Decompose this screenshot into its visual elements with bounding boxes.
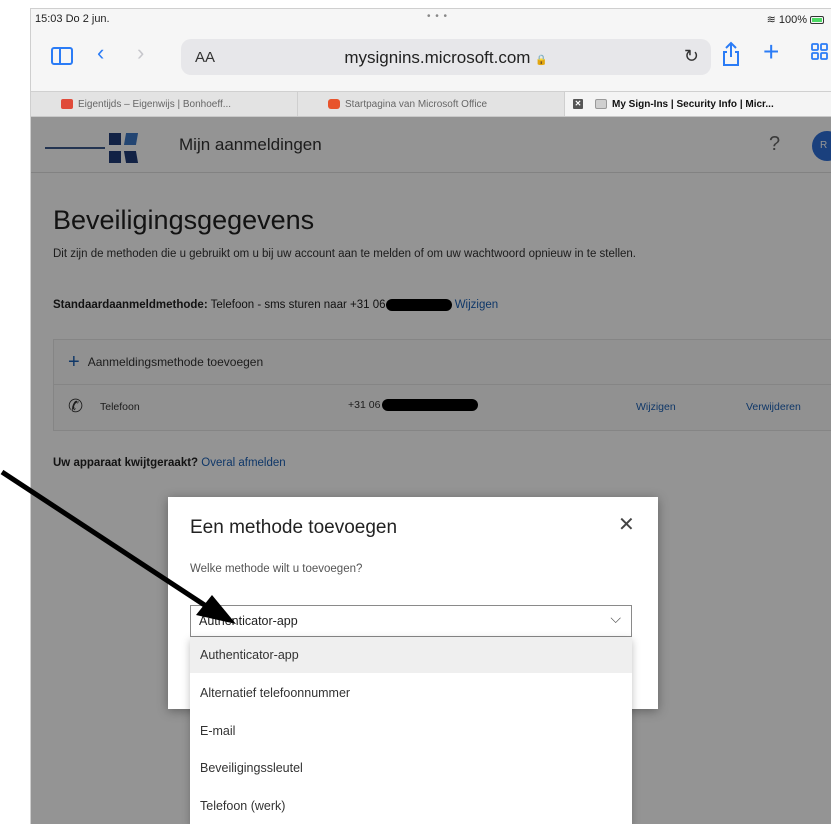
tab-overview-icon[interactable] [811,43,829,64]
close-icon[interactable]: ✕ [618,515,635,535]
sidebar-toggle-icon[interactable] [51,47,73,65]
tab-office[interactable]: Startpagina van Microsoft Office [298,92,565,116]
tab-label: My Sign-Ins | Security Info | Micr... [612,98,774,110]
share-icon[interactable] [721,41,741,71]
battery-percent: 100% [778,13,807,26]
dialog-title: Een methode toevoegen [190,517,398,538]
screenshot: 15:03 Do 2 jun. • • • ≋ 100% ‹ › AA mysi… [0,0,831,824]
method-select-value: Authenticator-app [199,614,298,628]
address-bar[interactable]: AA mysignins.microsoft.com 🔒 ↻ [181,39,711,75]
tab-label: Startpagina van Microsoft Office [345,98,488,110]
method-select[interactable]: Authenticator-app ⌵ [190,605,632,637]
multitasking-dots[interactable]: • • • [427,11,448,22]
tab-bar: Eigentijds – Eigenwijs | Bonhoeff... Sta… [31,91,831,117]
tab-close-icon[interactable]: ✕ [573,99,583,109]
tab-eigentijds[interactable]: Eigentijds – Eigenwijs | Bonhoeff... [31,92,298,116]
battery-icon [810,15,824,24]
url-domain: mysignins.microsoft.com [344,48,531,67]
dropdown-option[interactable]: Alternatief telefoonnummer [190,675,632,711]
dropdown-option[interactable]: E-mail [190,713,632,749]
battery-indicator: ≋ 100% [767,13,824,26]
bonhoeffer-favicon-icon [61,99,73,109]
dialog-question: Welke methode wilt u toevoegen? [190,563,363,575]
reload-icon[interactable]: ↻ [684,46,699,67]
forward-chevron-icon[interactable]: › [137,42,144,64]
lock-icon: 🔒 [535,55,548,66]
dropdown-option[interactable]: Beveiligingssleutel [190,750,632,786]
dropdown-option[interactable]: Authenticator-app [190,637,632,673]
chevron-down-icon: ⌵ [610,610,621,626]
url-text: mysignins.microsoft.com 🔒 [181,48,711,68]
status-time: 15:03 Do 2 jun. [35,13,110,25]
status-bar: 15:03 Do 2 jun. • • • ≋ 100% [31,9,831,29]
tab-label: Eigentijds – Eigenwijs | Bonhoeff... [78,98,232,110]
back-chevron-icon[interactable]: ‹ [97,42,104,64]
mysignins-favicon-icon [595,99,607,109]
method-dropdown-list: Authenticator-app Alternatief telefoonnu… [190,637,632,824]
tab-my-sign-ins[interactable]: ✕ My Sign-Ins | Security Info | Micr... [565,92,831,116]
dropdown-option[interactable]: Telefoon (werk) [190,788,632,824]
safari-toolbar: ‹ › AA mysignins.microsoft.com 🔒 ↻ + [31,29,831,91]
new-tab-plus-icon[interactable]: + [763,38,779,66]
office-favicon-icon [328,99,340,109]
wifi-icon: ≋ [766,14,776,26]
